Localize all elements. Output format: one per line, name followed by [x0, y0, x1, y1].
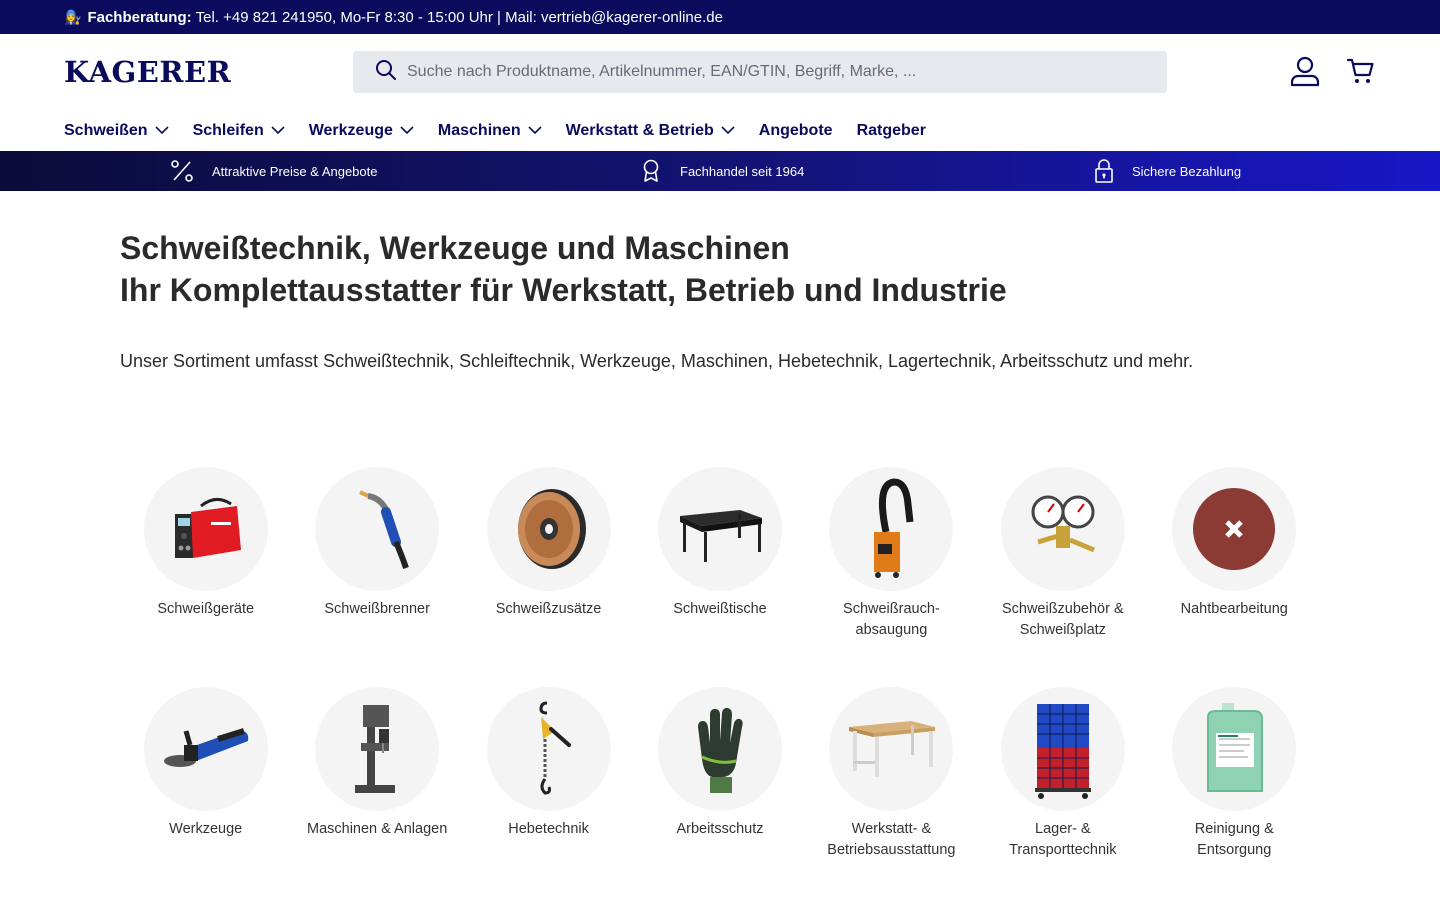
mechanic-emoji-icon: 👩‍🔧 [64, 8, 82, 25]
nav-item-maschinen[interactable]: Maschinen [438, 122, 542, 140]
lock-icon [1095, 159, 1113, 183]
category-arbeitsschutz[interactable]: Arbeitsschutz [634, 687, 805, 907]
benefit-label: Sichere Bezahlung [1132, 163, 1242, 179]
headline-line-2: Ihr Komplettausstatter für Werkstatt, Be… [120, 272, 1007, 308]
category-label: Nahtbearbeitung [1180, 601, 1288, 617]
nav-label: Schleifen [192, 121, 264, 139]
benefit-secure-payment: Sichere Bezahlung [1094, 159, 1241, 183]
user-icon[interactable] [1288, 54, 1322, 88]
chevron-down-icon [155, 126, 169, 135]
drill-press-icon[interactable] [315, 687, 440, 811]
category-lager-transporttechnik[interactable]: Lager- & Transporttechnik [977, 687, 1148, 907]
chevron-down-icon [721, 126, 735, 135]
category-label: Reinigung & Entsorgung [1194, 821, 1274, 858]
category-label: Schweißgeräte [157, 601, 255, 617]
category-hebetechnik[interactable]: Hebetechnik [463, 687, 634, 907]
work-glove-icon[interactable] [657, 687, 782, 811]
category-label: Schweißtische [673, 601, 767, 617]
cart-icon[interactable] [1344, 54, 1378, 88]
main-content: Schweißtechnik, Werkzeuge und Maschinen … [0, 227, 1440, 372]
category-row: Werkzeuge Maschinen & Anlagen Hebetechni… [120, 687, 1320, 907]
consultation-label: Fachberatung: [87, 8, 192, 26]
category-label: Arbeitsschutz [676, 821, 764, 837]
category-schweissrauchabsaugung[interactable]: Schweißrauch-absaugung [806, 467, 977, 687]
intro-text: Unser Sortiment umfasst Schweißtechnik, … [120, 351, 1194, 371]
nav-label: Schweißen [64, 121, 148, 139]
search-icon[interactable] [375, 59, 397, 86]
chevron-down-icon [528, 126, 542, 135]
fume-extractor-icon[interactable] [829, 467, 954, 591]
category-label: Maschinen & Anlagen [307, 821, 448, 837]
category-label: Schweißzubehör & Schweißplatz [1001, 601, 1124, 638]
percent-icon [171, 160, 193, 182]
nav-item-schleifen[interactable]: Schleifen [193, 122, 285, 140]
category-reinigung-entsorgung[interactable]: Reinigung & Entsorgung [1149, 687, 1320, 907]
chevron-down-icon [271, 126, 285, 135]
category-schweisstische[interactable]: Schweißtische [634, 467, 805, 687]
chevron-down-icon [400, 126, 414, 135]
category-nahtbearbeitung[interactable]: Nahtbearbeitung [1149, 467, 1320, 687]
benefit-label: Fachhandel seit 1964 [680, 163, 805, 179]
kagerer-logo[interactable]: KAGERER [64, 55, 353, 89]
category-schweissgeraete[interactable]: Schweißgeräte [120, 467, 291, 687]
benefits-bar: Attraktive Preise & Angebote Fachhandel … [0, 151, 1440, 191]
benefit-prices: Attraktive Preise & Angebote [170, 159, 377, 183]
top-info-bar: 👩‍🔧 Fachberatung: Tel. +49 821 241950, M… [0, 0, 1440, 34]
contact-info: Tel. +49 821 241950, Mo-Fr 8:30 - 15:00 … [195, 8, 723, 26]
category-label: Lager- & Transporttechnik [1009, 821, 1117, 858]
category-schweissbrenner[interactable]: Schweißbrenner [291, 467, 462, 687]
main-navigation: Schweißen Schleifen Werkzeuge Maschinen … [0, 110, 1440, 151]
nav-item-werkzeuge[interactable]: Werkzeuge [309, 122, 414, 140]
category-schweisszusaetze[interactable]: Schweißzusätze [463, 467, 634, 687]
category-label: Schweißbrenner [324, 601, 430, 617]
nav-item-schweissen[interactable]: Schweißen [64, 122, 169, 140]
nav-label: Ratgeber [856, 121, 926, 139]
nav-label: Werkzeuge [308, 121, 393, 139]
angle-grinder-icon[interactable] [143, 687, 268, 811]
page-headline: Schweißtechnik, Werkzeuge und Maschinen … [120, 227, 1320, 311]
benefit-label: Attraktive Preise & Angebote [212, 163, 378, 179]
nav-label: Maschinen [437, 121, 521, 139]
category-label: Werkzeuge [169, 821, 243, 837]
header-actions [1288, 54, 1378, 88]
award-icon [643, 159, 659, 182]
pressure-regulator-icon[interactable] [1000, 467, 1125, 591]
category-maschinen-anlagen[interactable]: Maschinen & Anlagen [291, 687, 462, 907]
category-werkstatt-betriebsausstattung[interactable]: Werkstatt- & Betriebsausstattung [806, 687, 977, 907]
nav-item-ratgeber[interactable]: Ratgeber [857, 122, 926, 140]
nav-item-angebote[interactable]: Angebote [759, 122, 833, 140]
search-bar[interactable] [353, 51, 1167, 93]
nav-label: Angebote [758, 121, 833, 139]
site-header: KAGERER [0, 34, 1440, 110]
nav-item-werkstatt-betrieb[interactable]: Werkstatt & Betrieb [566, 122, 735, 140]
category-label: Schweißzusätze [495, 601, 602, 617]
headline-line-1: Schweißtechnik, Werkzeuge und Maschinen [120, 230, 790, 266]
category-row: Schweißgeräte Schweißbrenner Schweißzusä… [120, 467, 1320, 687]
nav-label: Werkstatt & Betrieb [565, 121, 714, 139]
welding-table-icon[interactable] [657, 467, 782, 591]
category-werkzeuge[interactable]: Werkzeuge [120, 687, 291, 907]
category-label: Schweißrauch-absaugung [843, 601, 940, 638]
wire-spool-icon[interactable] [486, 467, 611, 591]
welding-machine-icon[interactable] [143, 467, 268, 591]
lever-hoist-icon[interactable] [486, 687, 611, 811]
benefit-since-1964: Fachhandel seit 1964 [640, 159, 804, 183]
category-label: Werkstatt- & Betriebsausstattung [827, 821, 956, 858]
category-grid: Schweißgeräte Schweißbrenner Schweißzusä… [120, 467, 1320, 907]
search-input[interactable] [407, 63, 1147, 81]
bin-rack-icon[interactable] [1000, 687, 1125, 811]
workbench-icon[interactable] [829, 687, 954, 811]
category-label: Hebetechnik [508, 821, 589, 837]
canister-icon[interactable] [1172, 687, 1297, 811]
welding-torch-icon[interactable] [315, 467, 440, 591]
sanding-disc-icon[interactable] [1172, 467, 1297, 591]
category-schweisszubehoer[interactable]: Schweißzubehör & Schweißplatz [977, 467, 1148, 687]
